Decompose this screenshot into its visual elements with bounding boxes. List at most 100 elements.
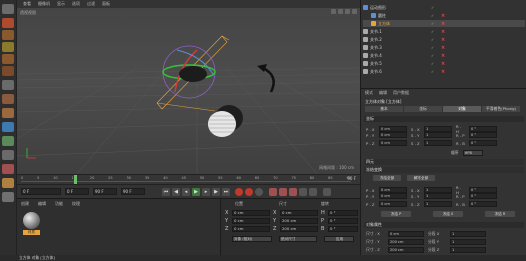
tab-phong[interactable]: 平滑着色(Phong) bbox=[482, 106, 520, 112]
attr-field[interactable]: 0 ° bbox=[469, 201, 497, 207]
model-mode-icon[interactable] bbox=[2, 66, 14, 76]
object-row[interactable]: 圆柱 ✓ × bbox=[363, 12, 525, 19]
position-y-field[interactable]: 0 cm bbox=[232, 218, 270, 224]
goto-end-icon[interactable]: ⏭ bbox=[222, 188, 230, 196]
key-param-icon[interactable] bbox=[299, 188, 307, 196]
key-pla-icon[interactable] bbox=[309, 188, 317, 196]
material-name[interactable]: 材质 bbox=[23, 230, 40, 235]
object-row[interactable]: 关节.4 ✓ × bbox=[363, 52, 525, 59]
attr-field[interactable]: 0 ° bbox=[469, 140, 497, 146]
visibility-check-icon[interactable]: ✓ bbox=[431, 69, 434, 74]
perspective-viewport[interactable]: 透视视图 网格间距 : 100 cm bbox=[17, 8, 360, 174]
menu-panel[interactable]: 面板 bbox=[102, 1, 110, 7]
attr-field[interactable]: 0 ° bbox=[469, 193, 497, 199]
snap-icon[interactable] bbox=[2, 150, 14, 160]
tag-icon[interactable]: × bbox=[441, 37, 445, 43]
attr-field[interactable]: 0 cm bbox=[379, 140, 407, 146]
attr-field[interactable]: 0 ° bbox=[469, 132, 497, 138]
record-icon[interactable] bbox=[235, 188, 243, 196]
goto-start-icon[interactable]: ⏮ bbox=[162, 188, 170, 196]
object-prop-field[interactable]: 0 cm bbox=[388, 231, 424, 237]
rotation-b-field[interactable]: 0 ° bbox=[328, 226, 358, 232]
freeze-s-button[interactable]: 冻结 S bbox=[433, 211, 463, 217]
autokey-icon[interactable] bbox=[245, 188, 253, 196]
tag-icon[interactable]: × bbox=[441, 29, 445, 35]
prev-frame-icon[interactable]: ◂ bbox=[182, 188, 190, 196]
current-frame-field[interactable]: 0 F bbox=[65, 188, 89, 195]
live-select-icon[interactable] bbox=[2, 18, 14, 28]
coords-section-header[interactable]: 坐标 bbox=[364, 116, 524, 122]
menu-display[interactable]: 显示 bbox=[57, 1, 65, 7]
unfreeze-all-button[interactable]: 解冻全部 bbox=[407, 175, 435, 181]
rotation-p-field[interactable]: 0 ° bbox=[328, 218, 358, 224]
size-x-field[interactable]: 0 cm bbox=[280, 210, 318, 216]
move-icon[interactable] bbox=[2, 30, 14, 40]
prev-key-icon[interactable]: ◀ bbox=[172, 188, 180, 196]
freeze-all-button[interactable]: 冻结全部 bbox=[373, 175, 401, 181]
quat-section[interactable]: 四元 bbox=[364, 159, 524, 165]
position-x-field[interactable]: 0 cm bbox=[232, 210, 270, 216]
points-mode-icon[interactable] bbox=[2, 94, 14, 104]
tag-icon[interactable]: × bbox=[441, 13, 445, 19]
attr-field[interactable]: 1 bbox=[424, 132, 452, 138]
attr-menu-mode[interactable]: 模式 bbox=[365, 90, 373, 96]
tag-icon[interactable]: × bbox=[441, 21, 445, 27]
texture-mode-icon[interactable] bbox=[2, 80, 14, 90]
end-frame-field[interactable]: 90 F bbox=[93, 188, 117, 195]
attr-menu-edit[interactable]: 编辑 bbox=[379, 90, 387, 96]
attr-field[interactable]: 1 bbox=[424, 201, 452, 207]
visibility-check-icon[interactable]: ✓ bbox=[431, 5, 434, 10]
size-mode-dropdown[interactable]: 绝对尺寸 bbox=[279, 236, 317, 242]
polygons-mode-icon[interactable] bbox=[2, 122, 14, 132]
play-icon[interactable]: ▶ bbox=[192, 188, 200, 196]
object-prop-field[interactable]: 200 cm bbox=[388, 247, 424, 253]
timeline-options-icon[interactable] bbox=[323, 188, 331, 196]
visibility-check-icon[interactable]: ✓ bbox=[431, 21, 434, 26]
menu-camera[interactable]: 摄像机 bbox=[38, 1, 50, 7]
object-row[interactable]: 运动图形 ✓ bbox=[363, 4, 525, 11]
material-preview[interactable] bbox=[23, 212, 40, 229]
apply-button[interactable]: 应用 bbox=[324, 236, 354, 242]
freeze-r-button[interactable]: 冻结 R bbox=[485, 211, 515, 217]
lock-icon[interactable] bbox=[2, 178, 14, 188]
key-scale-icon[interactable] bbox=[279, 188, 287, 196]
edges-mode-icon[interactable] bbox=[2, 108, 14, 118]
attr-field[interactable]: 0 cm bbox=[379, 201, 407, 207]
workplane-icon[interactable] bbox=[2, 164, 14, 174]
object-row[interactable]: 关节.2 ✓ × bbox=[363, 36, 525, 43]
maximize-icon[interactable] bbox=[352, 9, 357, 14]
attr-menu-userdata[interactable]: 用户数据 bbox=[393, 90, 409, 96]
rotate-icon[interactable] bbox=[2, 54, 14, 64]
tag-icon[interactable]: × bbox=[441, 53, 445, 59]
scale-icon[interactable] bbox=[2, 42, 14, 52]
tab-basic[interactable]: 基本 bbox=[365, 106, 403, 112]
object-props-section[interactable]: 对象属性 bbox=[364, 222, 524, 228]
object-prop-field[interactable]: 1 bbox=[450, 231, 486, 237]
attr-field[interactable]: 0 cm bbox=[379, 193, 407, 199]
object-row[interactable]: 关节.6 ✓ × bbox=[363, 68, 525, 75]
tab-coord[interactable]: 坐标 bbox=[404, 106, 442, 112]
timeline[interactable]: 051015202530354045505560657075808590 90 … bbox=[17, 174, 360, 185]
orbit-icon[interactable] bbox=[345, 9, 350, 14]
key-rotation-icon[interactable] bbox=[289, 188, 297, 196]
size-y-field[interactable]: 200 cm bbox=[280, 218, 318, 224]
coords-mode-dropdown[interactable]: 对象 (相对) bbox=[232, 236, 272, 242]
menu-options[interactable]: 选项 bbox=[72, 1, 80, 7]
attr-field[interactable]: 0 cm bbox=[379, 132, 407, 138]
freeze-section[interactable]: 冻结变换 bbox=[364, 167, 524, 173]
tag-icon[interactable]: × bbox=[441, 69, 445, 75]
menu-filter[interactable]: 过滤 bbox=[87, 1, 95, 7]
visibility-check-icon[interactable]: ✓ bbox=[431, 61, 434, 66]
mat-menu-texture[interactable]: 纹理 bbox=[72, 201, 80, 207]
undo-icon[interactable] bbox=[2, 4, 14, 14]
object-row[interactable]: 关节.3 ✓ × bbox=[363, 44, 525, 51]
next-key-icon[interactable]: ▶ bbox=[212, 188, 220, 196]
visibility-check-icon[interactable]: ✓ bbox=[431, 37, 434, 42]
preview-end-field[interactable]: 90 F bbox=[121, 188, 145, 195]
object-row[interactable]: 关节.5 ✓ × bbox=[363, 60, 525, 67]
keyframe-select-icon[interactable] bbox=[255, 188, 263, 196]
attr-field[interactable]: 1 bbox=[424, 140, 452, 146]
visibility-check-icon[interactable]: ✓ bbox=[431, 45, 434, 50]
mat-menu-create[interactable]: 创建 bbox=[21, 201, 29, 207]
object-prop-field[interactable]: 200 cm bbox=[388, 239, 424, 245]
